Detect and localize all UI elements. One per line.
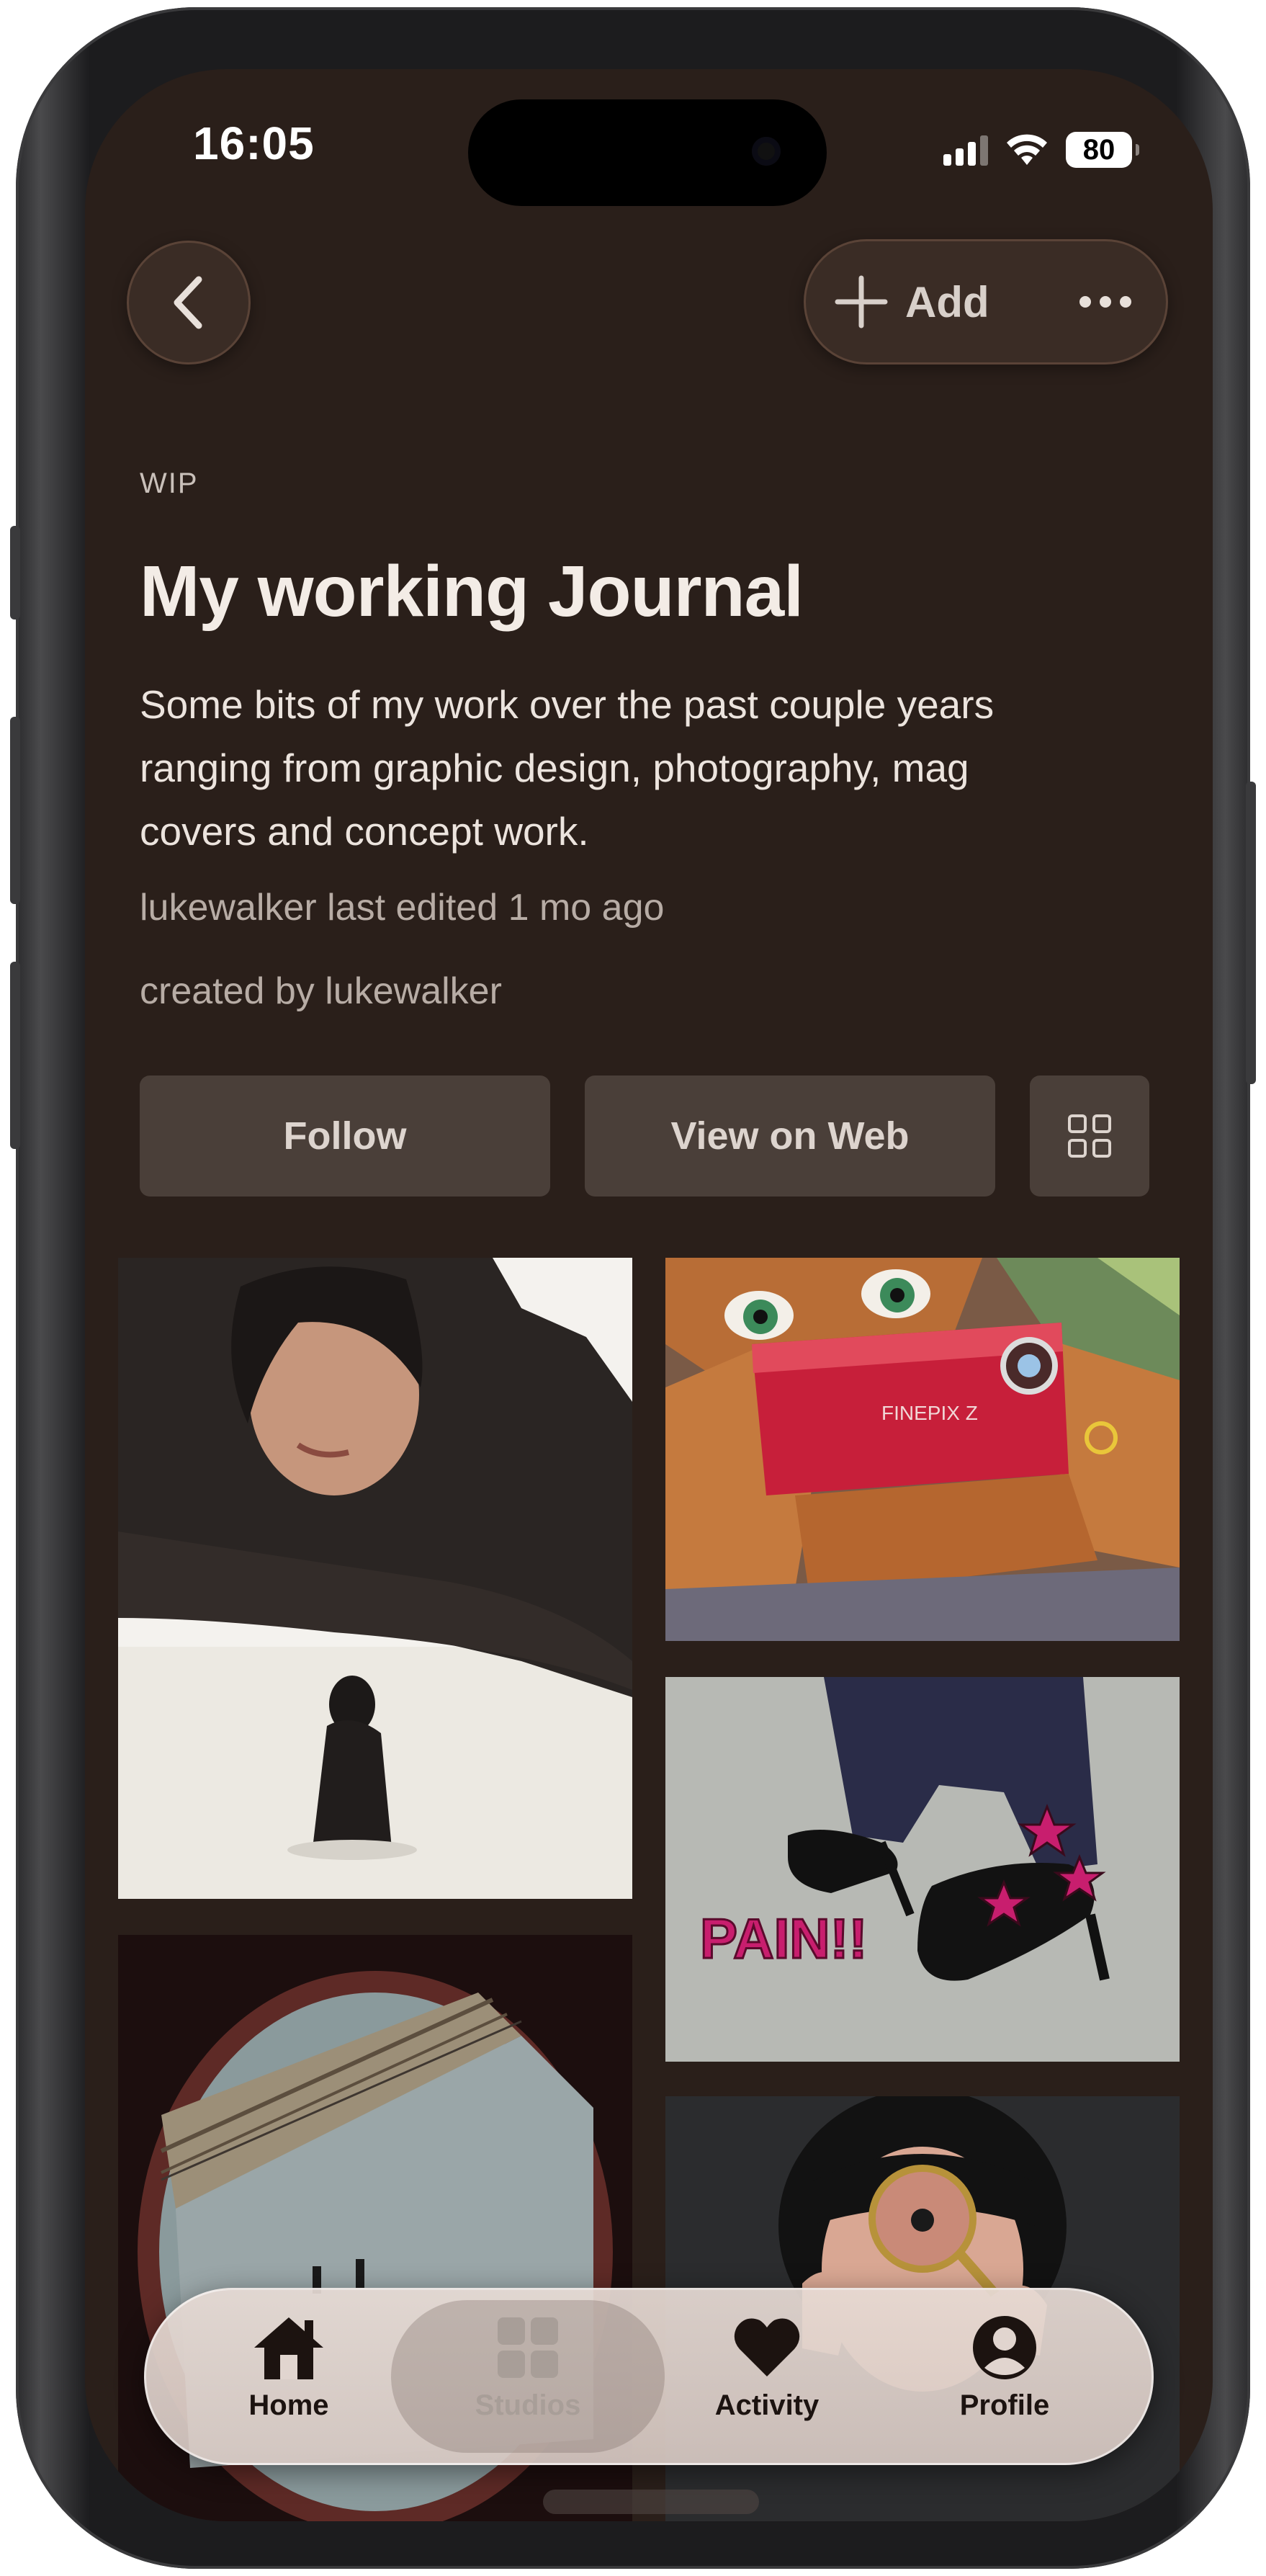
last-edited-text: lukewalker last edited 1 mo ago	[140, 887, 665, 929]
power-button	[1246, 782, 1256, 1084]
tab-label: Profile	[959, 2389, 1050, 2421]
phone-frame: 16:05 80 Add WIP My working Journal Some…	[10, 7, 1256, 2569]
wifi-icon	[1007, 134, 1047, 165]
home-indicator	[543, 2490, 759, 2514]
tab-label: Studios	[475, 2389, 581, 2421]
add-button[interactable]: Add	[806, 241, 989, 362]
tab-label: Activity	[714, 2389, 820, 2421]
add-label: Add	[905, 277, 989, 326]
plus-icon	[835, 275, 888, 328]
action-button	[10, 526, 20, 620]
heart-icon	[734, 2318, 800, 2376]
camera-brand-text: FINEPIX Z	[881, 1402, 978, 1424]
description-line: ranging from graphic design, photography…	[140, 746, 969, 790]
battery-icon: 80	[1066, 132, 1139, 168]
add-pill: Add	[804, 239, 1168, 365]
more-button[interactable]	[1079, 241, 1131, 362]
volume-down-button	[10, 962, 20, 1149]
ellipsis-icon	[1079, 296, 1091, 308]
studios-grid-icon	[498, 2317, 558, 2378]
image-artwork: FINEPIX Z	[665, 1258, 1180, 1641]
collection-description: Some bits of my work over the past coupl…	[140, 673, 1148, 863]
tab-studios[interactable]: Studios	[449, 2312, 607, 2448]
image-artwork: PAIN!!	[665, 1677, 1180, 2062]
home-icon	[254, 2317, 323, 2379]
status-icons: 80	[943, 128, 1139, 171]
created-by-text: created by lukewalker	[140, 970, 502, 1012]
front-camera	[752, 137, 781, 166]
battery-level: 80	[1082, 133, 1115, 166]
dynamic-island	[468, 99, 827, 206]
collection-title: My working Journal	[140, 551, 804, 632]
black-heels-with-pink-stars-pain-image[interactable]: PAIN!!	[665, 1677, 1180, 2062]
chevron-left-icon	[174, 276, 202, 329]
follow-button[interactable]: Follow	[140, 1075, 550, 1197]
screen: 16:05 80 Add WIP My working Journal Some…	[85, 69, 1213, 2521]
3d-character-holding-red-camera-image[interactable]: FINEPIX Z	[665, 1258, 1180, 1641]
collection-kicker: WIP	[140, 468, 199, 499]
view-on-web-button[interactable]: View on Web	[585, 1075, 995, 1197]
tab-profile[interactable]: Profile	[925, 2312, 1084, 2448]
profile-icon	[973, 2316, 1036, 2379]
volume-up-button	[10, 717, 20, 904]
signal-icon	[943, 134, 988, 166]
back-button[interactable]	[127, 241, 251, 365]
photo-artwork	[118, 1258, 632, 1899]
description-line: Some bits of my work over the past coupl…	[140, 682, 995, 727]
grid-view-button[interactable]	[1030, 1075, 1149, 1197]
pain-text: PAIN!!	[700, 1907, 868, 1970]
woman-lying-on-arm-photo[interactable]	[118, 1258, 632, 1899]
tab-label: Home	[248, 2389, 329, 2421]
status-time: 16:05	[193, 117, 315, 169]
grid-view-icon	[1068, 1114, 1111, 1158]
tab-home[interactable]: Home	[210, 2312, 368, 2448]
tab-activity[interactable]: Activity	[688, 2312, 846, 2448]
tab-bar: Home Studios Activity Profile	[144, 2288, 1154, 2465]
description-line: covers and concept work.	[140, 809, 589, 854]
